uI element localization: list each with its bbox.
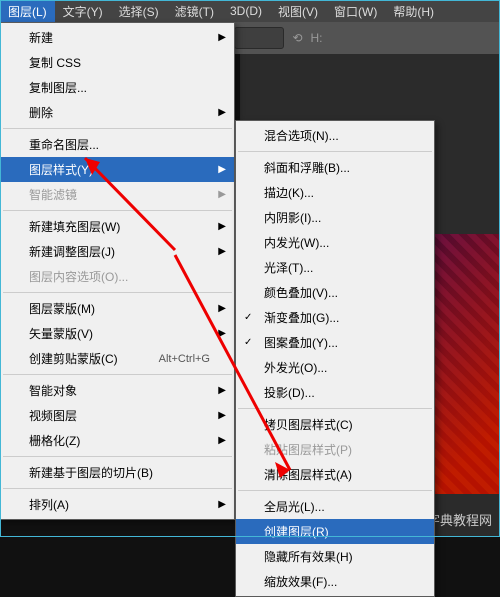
menu-item[interactable]: 复制图层...	[1, 75, 234, 100]
menu-item[interactable]: 新建基于图层的切片(B)	[1, 460, 234, 485]
menu-6[interactable]: 窗口(W)	[326, 0, 385, 23]
menu-item: 智能滤镜▶	[1, 182, 234, 207]
menu-item[interactable]: 外发光(O)...	[236, 355, 434, 380]
menu-item[interactable]: 描边(K)...	[236, 180, 434, 205]
menu-item[interactable]: 斜面和浮雕(B)...	[236, 155, 434, 180]
menu-item[interactable]: 渐变叠加(G)...✓	[236, 305, 434, 330]
menu-item[interactable]: 新建▶	[1, 25, 234, 50]
menu-2[interactable]: 选择(S)	[111, 0, 167, 23]
menu-item: 粘贴图层样式(P)	[236, 437, 434, 462]
height-label: H:	[311, 31, 323, 45]
menu-3[interactable]: 滤镜(T)	[167, 0, 222, 23]
menu-item[interactable]: 创建剪贴蒙版(C)Alt+Ctrl+G	[1, 346, 234, 371]
menu-item[interactable]: 创建图层(R)	[236, 519, 434, 544]
menu-4[interactable]: 3D(D)	[222, 1, 270, 21]
menu-5[interactable]: 视图(V)	[270, 0, 326, 23]
menubar: 图层(L)文字(Y)选择(S)滤镜(T)3D(D)视图(V)窗口(W)帮助(H)	[0, 0, 500, 22]
menu-item[interactable]: 重命名图层...	[1, 132, 234, 157]
menu-item[interactable]: 内阴影(I)...	[236, 205, 434, 230]
menu-item[interactable]: 栅格化(Z)▶	[1, 428, 234, 453]
menu-item[interactable]: 清除图层样式(A)	[236, 462, 434, 487]
menu-item[interactable]: 矢量蒙版(V)▶	[1, 321, 234, 346]
menu-7[interactable]: 帮助(H)	[385, 0, 442, 23]
menu-item[interactable]: 删除▶	[1, 100, 234, 125]
layer-menu-dropdown: 新建▶复制 CSS复制图层...删除▶ 重命名图层...图层样式(Y)▶智能滤镜▶…	[0, 22, 235, 520]
layer-style-submenu: 混合选项(N)... 斜面和浮雕(B)...描边(K)...内阴影(I)...内发…	[235, 120, 435, 597]
link-icon[interactable]: ⟲	[292, 31, 302, 45]
width-field[interactable]	[234, 27, 284, 49]
menu-item[interactable]: 图案叠加(Y)...✓	[236, 330, 434, 355]
menu-item[interactable]: 图层样式(Y)▶	[1, 157, 234, 182]
menu-item[interactable]: 内发光(W)...	[236, 230, 434, 255]
menu-item[interactable]: 新建填充图层(W)▶	[1, 214, 234, 239]
menu-item[interactable]: 隐藏所有效果(H)	[236, 544, 434, 569]
menu-item[interactable]: 智能对象▶	[1, 378, 234, 403]
menu-item: 图层内容选项(O)...	[1, 264, 234, 289]
menu-item[interactable]: 颜色叠加(V)...	[236, 280, 434, 305]
menu-item[interactable]: 复制 CSS	[1, 50, 234, 75]
menu-item[interactable]: 拷贝图层样式(C)	[236, 412, 434, 437]
menu-item[interactable]: 投影(D)...	[236, 380, 434, 405]
menu-item[interactable]: 缩放效果(F)...	[236, 569, 434, 594]
menu-item[interactable]: 新建调整图层(J)▶	[1, 239, 234, 264]
menu-1[interactable]: 文字(Y)	[55, 0, 111, 23]
menu-item[interactable]: 排列(A)▶	[1, 492, 234, 517]
menu-item[interactable]: 全局光(L)...	[236, 494, 434, 519]
menu-item[interactable]: 视频图层▶	[1, 403, 234, 428]
menu-item[interactable]: 光泽(T)...	[236, 255, 434, 280]
menu-item[interactable]: 混合选项(N)...	[236, 123, 434, 148]
menu-item[interactable]: 图层蒙版(M)▶	[1, 296, 234, 321]
menu-0[interactable]: 图层(L)	[0, 0, 55, 23]
